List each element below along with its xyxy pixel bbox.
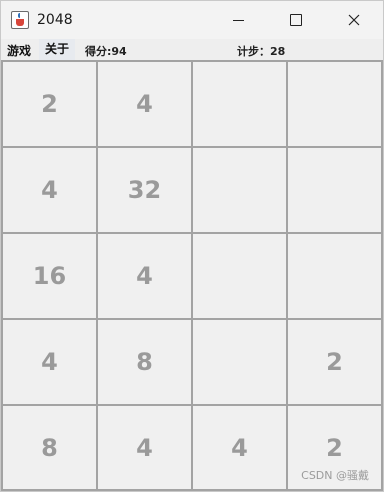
tile: 8	[1, 404, 98, 491]
tile: 4	[191, 404, 288, 491]
score-display: 得分:94	[85, 45, 127, 58]
maximize-button[interactable]	[267, 1, 325, 39]
menu-about[interactable]: 关于	[39, 39, 76, 60]
title-bar[interactable]: 2048	[1, 1, 383, 39]
menu-bar: 游戏 关于 得分:94 计步：28	[1, 39, 383, 60]
tile: 2	[1, 60, 98, 148]
close-button[interactable]	[325, 1, 383, 39]
tile	[286, 60, 383, 148]
close-icon	[348, 14, 360, 26]
game-board: 2 4 4 32 16 4 4 8 2 8 4 4 2	[1, 60, 383, 491]
tile: 4	[96, 232, 193, 320]
tile	[191, 60, 288, 148]
tile: 2	[286, 318, 383, 406]
watermark: CSDN @骚戴	[301, 469, 369, 482]
window-title: 2048	[37, 12, 73, 28]
tile: 8	[96, 318, 193, 406]
tile: 4	[96, 404, 193, 491]
tile: 4	[1, 318, 98, 406]
tile	[286, 232, 383, 320]
tile	[286, 146, 383, 234]
menu-game[interactable]: 游戏	[7, 42, 31, 59]
minimize-icon	[232, 19, 244, 21]
java-app-icon	[11, 11, 29, 29]
app-window: 2048 游戏 关于 得分:94 计步：28 2 4 4 32 16 4 4 8…	[0, 0, 384, 492]
tile: 4	[1, 146, 98, 234]
tile	[191, 146, 288, 234]
maximize-icon	[290, 14, 302, 26]
step-counter: 计步：28	[237, 45, 286, 58]
tile: 16	[1, 232, 98, 320]
tile	[191, 318, 288, 406]
tile: 32	[96, 146, 193, 234]
tile: 4	[96, 60, 193, 148]
minimize-button[interactable]	[209, 1, 267, 39]
tile	[191, 232, 288, 320]
